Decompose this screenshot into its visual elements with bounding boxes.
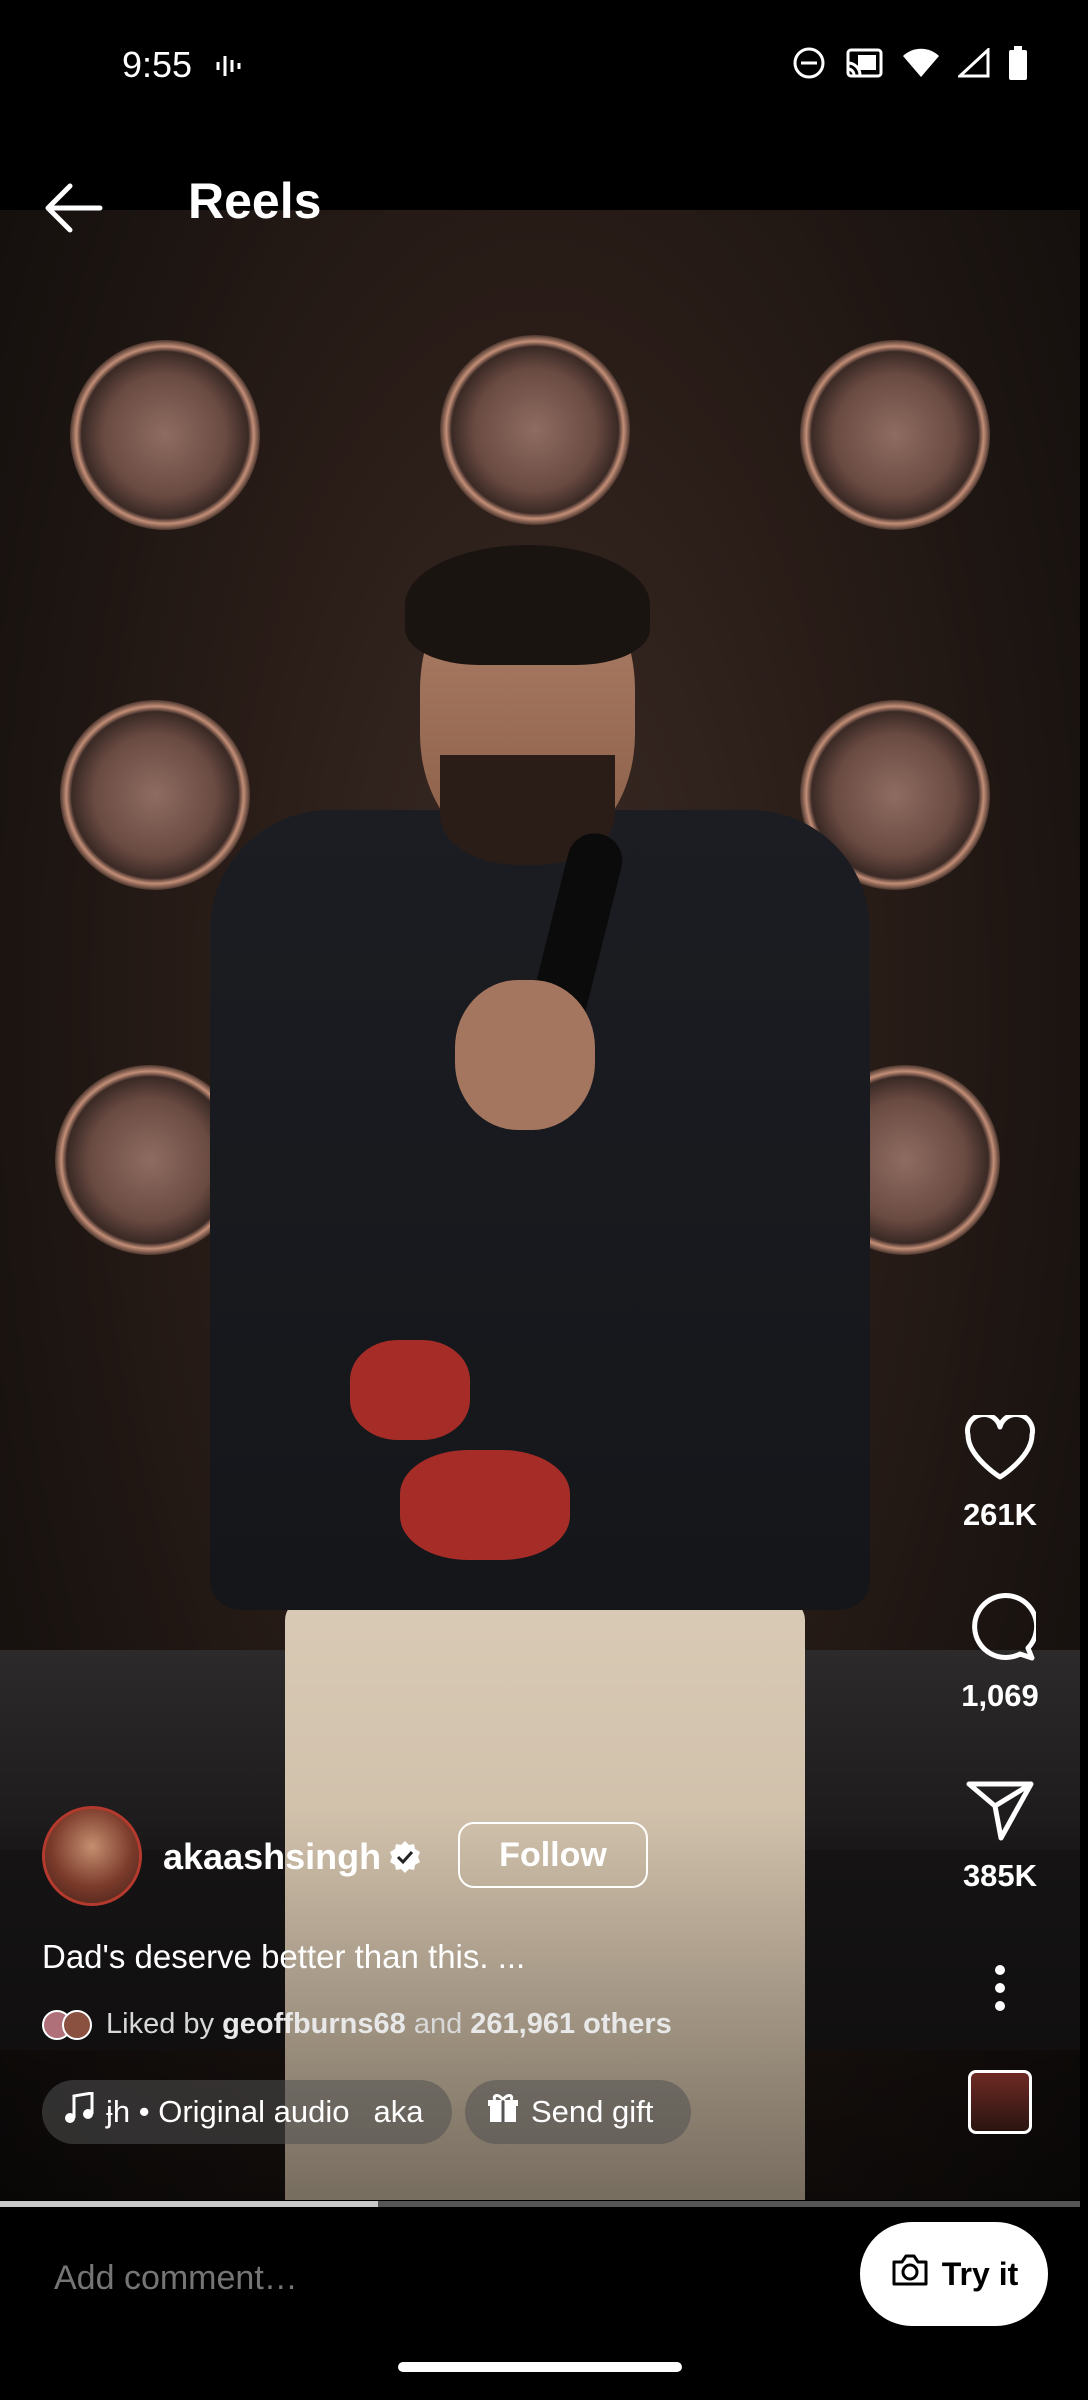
page-title: Reels [188,173,322,229]
signal-icon [956,46,990,83]
share-button[interactable]: 385K [950,1780,1050,1894]
battery-icon [1008,46,1028,85]
more-options-icon[interactable] [985,1960,1015,2020]
send-gift-button[interactable]: Send gift [465,2080,691,2144]
status-icons [792,46,1028,85]
share-icon [950,1780,1050,1842]
liked-by-prefix: Liked by [106,2008,215,2040]
avatar[interactable] [42,1806,142,1906]
gift-icon [487,2092,519,2132]
liked-by-others[interactable]: 261,961 others [470,2008,672,2040]
heart-icon [950,1415,1050,1481]
liker-avatars [42,2009,92,2040]
send-gift-label: Send gift [531,2094,654,2129]
reel-video[interactable] [0,210,1080,2200]
like-button[interactable]: 261K [950,1415,1050,1533]
share-count: 385K [962,1858,1038,1893]
voice-icon [215,52,243,85]
wifi-icon [902,48,940,83]
jacket-tiger-print [350,1340,470,1440]
jacket-tiger-print [400,1450,570,1560]
try-it-button[interactable]: Try it [860,2222,1048,2326]
avatar [62,2009,92,2040]
stage-light [70,340,260,530]
post-caption[interactable]: Dad's deserve better than this. ... [42,1938,525,1976]
stage-light [440,335,630,525]
follow-button[interactable]: Follow [458,1822,648,1888]
audio-thumbnail[interactable] [968,2070,1032,2134]
camera-icon [890,2252,930,2296]
status-bar: 9:55 [0,0,1088,140]
username[interactable]: akaashsingh [163,1836,381,1878]
comment-count: 1,069 [961,1678,1039,1713]
stage-light [800,340,990,530]
header-bar [0,140,1088,210]
audio-label-suffix: aka [373,2094,424,2129]
comment-input[interactable] [52,2258,836,2299]
audio-label: ɉh • Original audio [106,2094,350,2129]
stage-light [60,700,250,890]
performer-hand [455,980,595,1130]
do-not-disturb-icon [792,46,826,85]
like-count: 261K [962,1497,1038,1532]
home-indicator[interactable] [398,2362,682,2372]
original-audio-pill[interactable]: ɉh • Original audio aka [42,2080,452,2144]
comment-button[interactable]: 1,069 [950,1592,1050,1714]
performer-hair [405,545,650,665]
status-time: 9:55 [122,44,193,85]
try-it-label: Try it [941,2255,1019,2292]
liked-by-and: and [413,2008,463,2040]
liked-by-user[interactable]: geoffburns68 [222,2008,406,2040]
cast-icon [844,47,884,84]
verified-badge-icon [388,1840,422,1874]
music-note-icon [64,2091,94,2132]
back-arrow-icon[interactable] [40,178,104,238]
comment-icon [950,1592,1050,1662]
liked-by-row[interactable]: Liked by geoffburns68 and 261,961 others [42,2008,672,2041]
